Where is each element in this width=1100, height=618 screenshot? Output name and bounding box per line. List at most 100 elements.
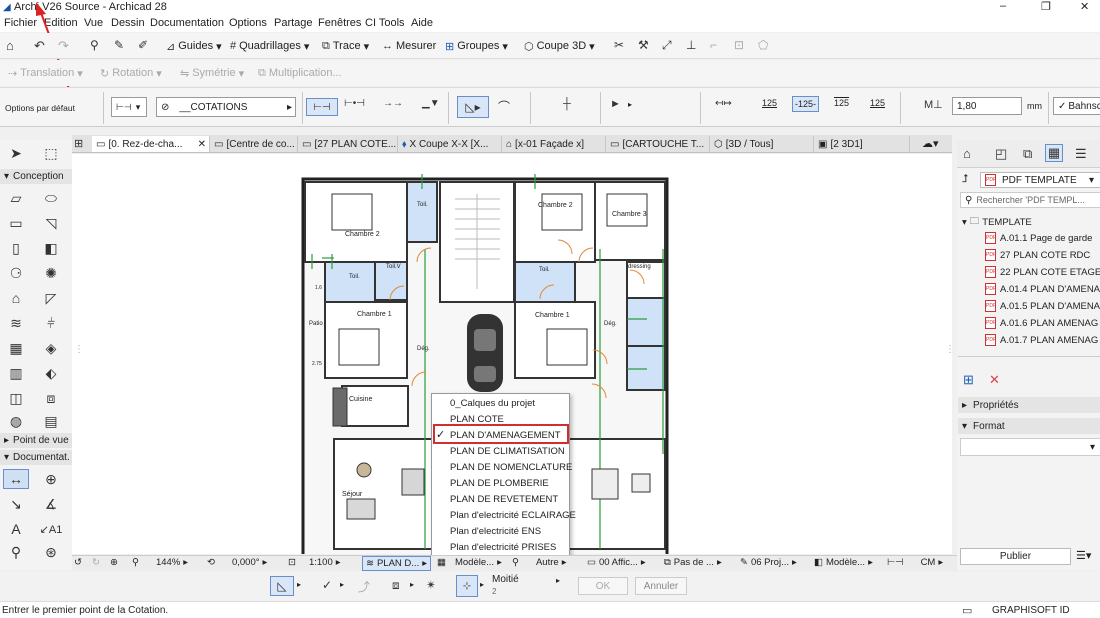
door-tool-icon[interactable]: ◧ (40, 238, 62, 258)
close-icon[interactable]: ✕ (198, 139, 206, 150)
panel-tool-icon[interactable]: ▤ (40, 411, 62, 431)
publish-button[interactable]: Publier (960, 548, 1071, 565)
gravity-icon[interactable]: ⧈ (392, 578, 400, 593)
tab-rez-de-chaussee[interactable]: ▭ [0. Rez-de-cha... ✕ (92, 136, 210, 152)
rotation-button[interactable]: ↻ Rotation ▾ (100, 60, 162, 86)
fraction-option-c[interactable]: 125 (834, 98, 849, 108)
project-map-icon[interactable]: ⌂ (963, 146, 971, 161)
layer-select[interactable]: ⊘ __COTATIONS ▸ (156, 97, 296, 117)
wall-tool-icon[interactable]: ▱ (5, 188, 27, 208)
column-tool-icon[interactable]: ▯ (5, 238, 27, 258)
menu-fenetres[interactable]: Fenêtres (318, 17, 361, 29)
dropdown-item[interactable]: PLAN DE REVETEMENT (450, 494, 558, 505)
structure-field[interactable]: ⚲ Autre ▸ (512, 557, 566, 568)
guide-icon[interactable]: ⤴ (358, 578, 370, 595)
trace-button[interactable]: ⧉ Trace ▾ (322, 33, 369, 59)
menu-documentation[interactable]: Documentation (150, 17, 224, 29)
menu-dessin[interactable]: Dessin (111, 17, 145, 29)
groupes-button[interactable]: ⊞ Groupes ▾ (445, 33, 508, 59)
intersect-icon[interactable]: ⊥ (686, 38, 696, 52)
tab-2-3d1[interactable]: ▣ [2 3D1] (814, 136, 910, 152)
navigator-menu-icon[interactable]: ☰ (1075, 146, 1087, 162)
mesurer-button[interactable]: ↔ Mesurer (382, 33, 436, 59)
format-select[interactable]: ▾ (960, 438, 1100, 456)
eyedropper-icon[interactable]: ✎ (114, 38, 124, 52)
properties-header[interactable]: ▸ Propriétés (958, 397, 1100, 413)
fraction-option-a[interactable]: 125 (762, 98, 777, 108)
radial-dimension-icon[interactable]: ↘ (5, 494, 27, 514)
angle-dimension-icon[interactable]: ∡ (40, 494, 62, 514)
split-icon[interactable]: ⚒ (638, 38, 649, 52)
menu-aide[interactable]: Aide (411, 17, 433, 29)
quadrillages-button[interactable]: # Quadrillages ▾ (230, 33, 309, 59)
marquee-tool-icon[interactable]: ⬚ (40, 143, 62, 163)
stair-tool-icon[interactable]: ≋ (5, 313, 27, 333)
pick-up-icon[interactable]: ⚲ (90, 38, 99, 52)
geometry-method-icon[interactable]: ◺▸ (457, 96, 489, 118)
magic-wand-icon[interactable]: ✴ (426, 578, 436, 592)
slab-tool-icon[interactable]: ◹ (40, 213, 62, 233)
close-button[interactable]: ✕ (1080, 0, 1089, 13)
fraction-option-d[interactable]: 125 (870, 98, 885, 108)
trim-icon[interactable]: ✂ (614, 38, 624, 52)
curtain-wall-icon[interactable]: ⬭ (40, 188, 62, 208)
view-map-icon[interactable]: ◰ (995, 146, 1007, 162)
dimension-type-select[interactable]: ⊢⊣ ▾ (111, 97, 147, 117)
publisher-item[interactable]: PDF A.01.6 PLAN AMENAG (985, 317, 1098, 329)
tab-centre[interactable]: ▭ [Centre de co... (210, 136, 298, 152)
minimize-button[interactable]: – (1000, 0, 1006, 12)
level-dimension-icon[interactable]: ⊕ (40, 469, 62, 489)
layer-combination-field[interactable]: ≋ PLAN D... ▸ (362, 556, 431, 571)
fill-tool-icon[interactable]: ⊛ (40, 542, 62, 562)
label-tool-icon[interactable]: ↙A1 (40, 519, 63, 539)
zone-tool-icon[interactable]: ◈ (40, 338, 62, 358)
dropdown-item[interactable]: PLAN DE PLOMBERIE (450, 478, 549, 489)
cumulative-dimension-icon[interactable]: →→ (383, 98, 403, 109)
scale-field[interactable]: ⊡ 1:100 ▸ (288, 557, 341, 568)
maximize-button[interactable]: ❐ (1041, 0, 1051, 13)
list-menu-icon[interactable]: ☰▾ (1076, 549, 1091, 562)
publisher-item[interactable]: PDF A.01.4 PLAN D'AMENA (985, 283, 1100, 295)
translation-button[interactable]: ⇢ Translation ▾ (8, 60, 83, 86)
publisher-item[interactable]: PDF A.01.1 Page de garde (985, 232, 1092, 244)
dropdown-item[interactable]: PLAN DE CLIMATISATION (450, 446, 565, 457)
dropdown-item[interactable]: Plan d'electricité ECLAIRAGE (450, 510, 576, 521)
renovation-field[interactable]: ⧉ Pas de ... ▸ (664, 557, 722, 568)
menu-edition[interactable]: Edition (44, 17, 78, 29)
input-method-icon[interactable]: ◺ (270, 576, 294, 596)
dropdown-item[interactable]: 0_Calques du projet (450, 398, 535, 409)
publisher-item[interactable]: PDF A.01.5 PLAN D'AMENA (985, 300, 1100, 312)
linear-dimension-icon[interactable]: ⊢⊣ (306, 98, 338, 116)
tab-cartouche[interactable]: ▭ [CARTOUCHE T... (606, 136, 710, 152)
documentation-header[interactable]: ▾ Documentat. (0, 450, 72, 465)
snap-check-icon[interactable]: ✓ (322, 578, 332, 592)
display-field[interactable]: ▭ 00 Affic... ▸ (587, 557, 646, 568)
arc-method-icon[interactable]: ⌒ (498, 98, 510, 115)
dropdown-item[interactable]: Plan d'electricité PRISES (450, 542, 556, 553)
tab-menu-icon[interactable]: ☁▾ (922, 137, 939, 150)
railing-tool-icon[interactable]: ⫩ (40, 313, 62, 333)
coupe3d-button[interactable]: ⬡ Coupe 3D ▾ (524, 33, 595, 59)
dimension-tool-icon[interactable]: ↔ (3, 469, 29, 489)
dropdown-item[interactable]: PLAN DE NOMENCLATURE (450, 462, 572, 473)
point-de-vue-header[interactable]: ▸ Point de vue (0, 433, 72, 448)
fraction-option-b[interactable]: -125- (792, 96, 820, 112)
value-field[interactable]: 1,80 (952, 97, 1022, 115)
window-tool-icon[interactable]: ◫ (5, 388, 27, 408)
search-field[interactable]: ⚲ Rechercher 'PDF TEMPL... (960, 192, 1100, 208)
lamp-tool-icon[interactable]: ✺ (40, 263, 62, 283)
stretch-icon[interactable]: ⬠ (758, 38, 768, 52)
publisher-set-select[interactable]: PDF PDF TEMPLATE ▾ (980, 172, 1100, 188)
new-publisher-set-icon[interactable]: ⊞ (963, 372, 974, 388)
multiplication-button[interactable]: ⧉ Multiplication... (258, 60, 342, 86)
object-tool-icon[interactable]: ⚆ (5, 263, 27, 283)
shape-tool-icon[interactable]: ◍ (5, 411, 27, 431)
tab-coupe[interactable]: ⬧ X Coupe X-X [X... (398, 136, 502, 152)
beam-tool-icon[interactable]: ▭ (5, 213, 27, 233)
publisher-item[interactable]: PDF A.01.7 PLAN AMENAG (985, 334, 1098, 346)
shell-tool-icon[interactable]: ◸ (40, 288, 62, 308)
zoom-forward-icon[interactable]: ↻ (92, 557, 100, 568)
font-select[interactable]: ✓Bahnschi (1053, 97, 1100, 115)
publisher-item[interactable]: PDF 27 PLAN COTE RDC (985, 249, 1090, 261)
marker-tool-icon[interactable]: ⚲ (5, 542, 27, 562)
